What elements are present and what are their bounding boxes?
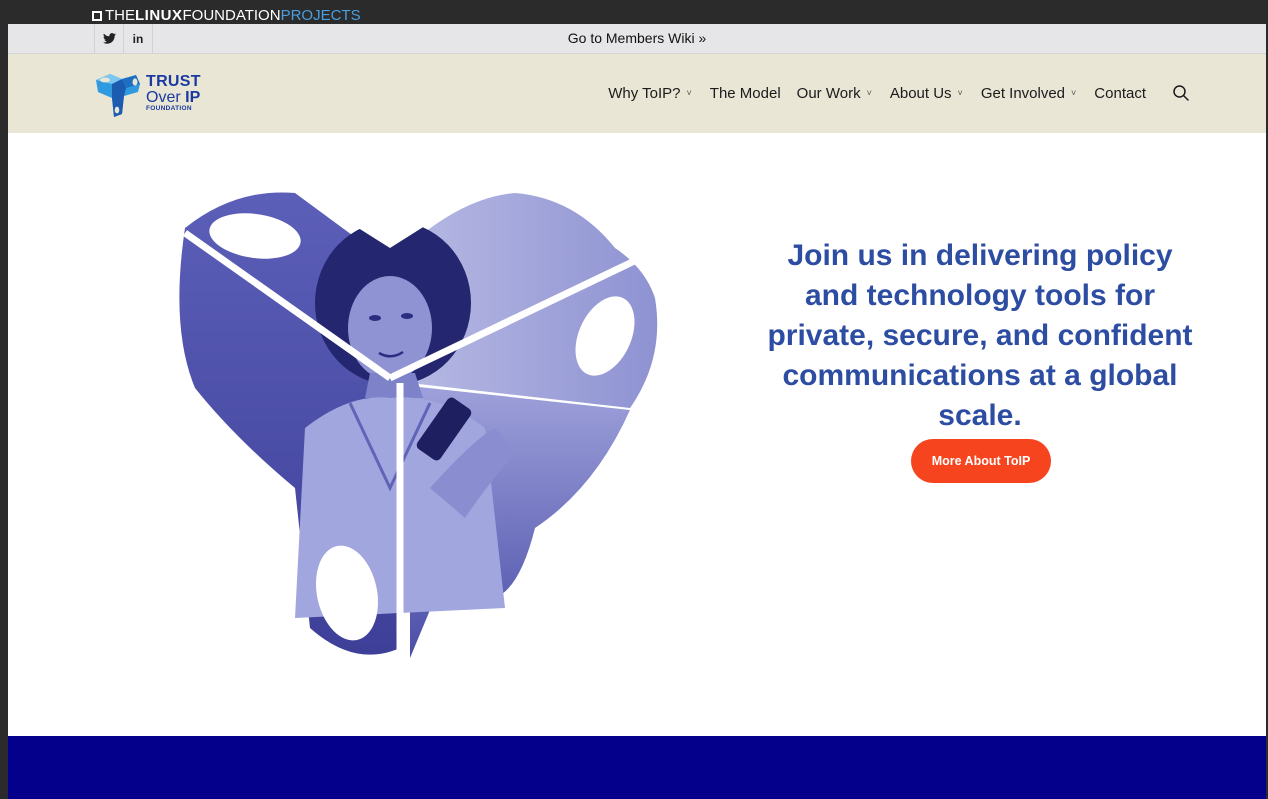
window-frame-left	[0, 0, 8, 799]
logo-trust-text: TRUST	[146, 73, 201, 90]
nav-item-label: Contact	[1094, 85, 1146, 102]
social-links: in	[94, 24, 153, 53]
bottom-section-band	[8, 736, 1266, 799]
members-wiki-link[interactable]: Go to Members Wiki »	[8, 24, 1266, 53]
trust-over-ip-logo-icon	[96, 74, 140, 117]
trust-over-ip-logo[interactable]: TRUST Over IP FOUNDATION	[92, 70, 222, 118]
nav-item-label: Get Involved	[980, 85, 1066, 102]
search-icon	[1173, 85, 1189, 101]
logo-wordmark: TRUST Over IP FOUNDATION	[146, 74, 201, 113]
chevron-down-icon: ˅	[686, 87, 692, 98]
linux-foundation-bar: THE LINUX FOUNDATION PROJECTS	[8, 0, 1266, 24]
nav-item-contact[interactable]: Contact	[1094, 85, 1146, 102]
linkedin-icon[interactable]: in	[124, 24, 153, 53]
lf-linux-text: LINUX	[135, 7, 183, 24]
logo-ip-text: IP	[185, 89, 201, 106]
hero-graphic	[175, 188, 665, 668]
nav-item-the-model[interactable]: The Model	[710, 85, 781, 102]
twitter-icon[interactable]	[95, 24, 124, 53]
search-button[interactable]	[1172, 84, 1192, 104]
main-navigation: TRUST Over IP FOUNDATION Why ToIP? ˅ The…	[8, 54, 1266, 133]
nav-item-why-toip[interactable]: Why ToIP? ˅	[608, 85, 692, 102]
hero-headline: Join us in delivering policy and technol…	[767, 239, 1193, 432]
twitter-bird-icon	[102, 33, 116, 44]
nav-menu: Why ToIP? ˅ The Model Our Work ˅ About U…	[590, 54, 1146, 133]
secondary-bar: Go to Members Wiki » in	[8, 24, 1266, 54]
lf-projects-text: PROJECTS	[280, 7, 361, 24]
logo-over-ip-text: Over IP	[146, 90, 201, 106]
nav-item-label: The Model	[709, 85, 781, 102]
nav-item-about-us[interactable]: About Us ˅	[890, 85, 963, 102]
linux-foundation-logo[interactable]: THE LINUX FOUNDATION PROJECTS	[92, 8, 361, 24]
nav-item-label: Why ToIP?	[608, 85, 681, 102]
toip-shape-photo-image	[179, 188, 658, 658]
more-about-toip-button[interactable]: More About ToIP	[911, 439, 1051, 483]
chevron-down-icon: ˅	[866, 87, 872, 98]
lf-the-text: THE	[105, 7, 135, 24]
chevron-down-icon: ˅	[957, 87, 963, 98]
chevron-down-icon: ˅	[1071, 87, 1077, 98]
nav-item-our-work[interactable]: Our Work ˅	[797, 85, 872, 102]
nav-item-label: Our Work	[796, 85, 861, 102]
logo-foundation-text: FOUNDATION	[146, 105, 192, 112]
nav-item-label: About Us	[889, 85, 952, 102]
linux-foundation-mark-icon	[92, 11, 102, 21]
nav-item-get-involved[interactable]: Get Involved ˅	[981, 85, 1076, 102]
logo-over-text: Over	[146, 89, 186, 106]
lf-foundation-text: FOUNDATION	[182, 7, 281, 24]
